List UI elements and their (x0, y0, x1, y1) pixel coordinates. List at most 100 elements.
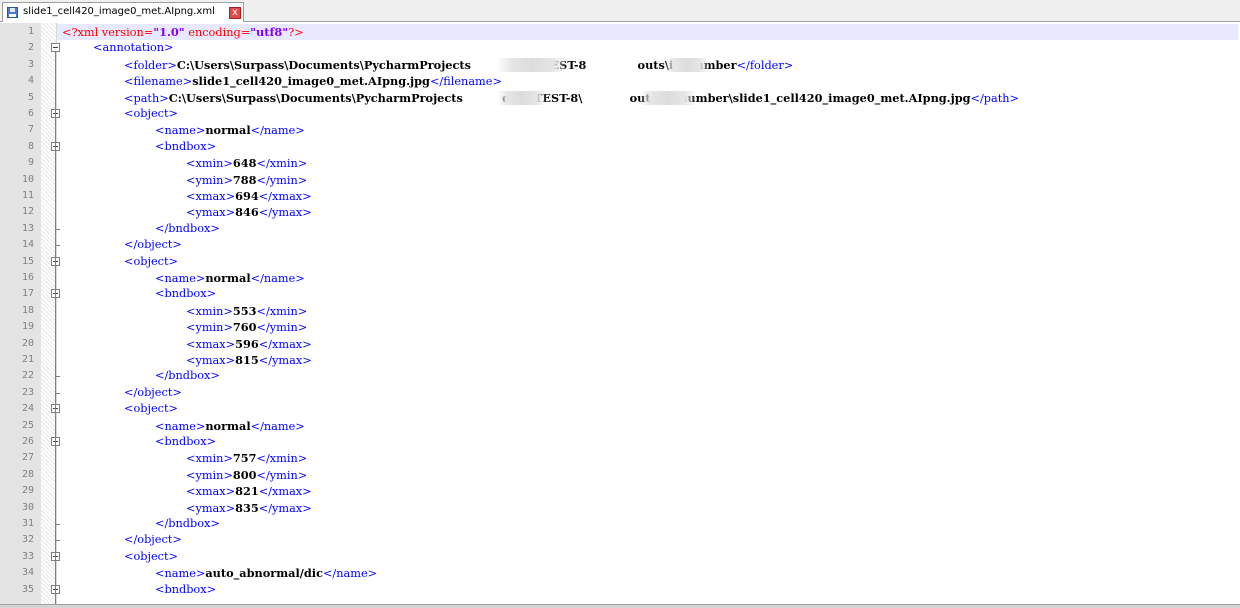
line-number: 14 (21, 239, 34, 251)
save-icon (7, 7, 18, 18)
xml-tag: <object> (124, 402, 179, 416)
xml-tag: <filename> (124, 75, 193, 89)
xml-tag: </name> (250, 419, 305, 433)
code-line: <object> (124, 549, 178, 565)
xml-tag: </xmax> (258, 190, 312, 203)
xml-text: auto_abnormal/dic (205, 566, 323, 581)
xml-tag: </bndbox> (155, 517, 220, 530)
line-number: 18 (21, 304, 34, 316)
code-line: </object> (124, 385, 182, 401)
xml-tag: </object> (124, 238, 182, 252)
code-line: <bndbox> (155, 434, 216, 450)
xml-tag: <ymin> (186, 468, 233, 482)
line-number: 9 (27, 157, 34, 169)
code-line: <xmax>821</xmax> (186, 483, 312, 499)
xml-tag: <path> (124, 91, 169, 105)
xml-tag: </object> (124, 533, 182, 547)
code-line: <xmin>648</xmin> (186, 155, 307, 171)
xml-tag: </path> (970, 91, 1020, 105)
line-number: 2 (27, 42, 34, 54)
xml-tag: </ymin> (256, 468, 308, 482)
code-line: <name>normal</name> (155, 122, 305, 138)
xml-declaration: encoding= (184, 26, 251, 39)
code-line: <object> (124, 106, 178, 122)
xml-text: C:\Users\Surpass\Documents\PycharmProjec… (168, 90, 971, 105)
code-line: <bndbox> (155, 286, 216, 302)
xml-tag: <ymin> (186, 173, 233, 187)
xml-tag: </xmax> (258, 485, 312, 499)
xml-text: normal (205, 123, 251, 138)
xml-tag: </ymax> (258, 354, 312, 367)
line-number: 12 (21, 206, 34, 218)
code-line: </object> (124, 237, 182, 253)
code-line: </object> (124, 532, 182, 548)
code-line: <path>C:\Users\Surpass\Documents\Pycharm… (124, 90, 1019, 106)
line-number: 8 (27, 140, 34, 152)
horizontal-scrollbar[interactable] (0, 604, 1240, 608)
line-number: 30 (21, 501, 34, 513)
xml-tag: </bndbox> (155, 221, 220, 235)
redaction-blur (497, 57, 567, 72)
xml-tag: <bndbox> (155, 582, 217, 596)
xml-tag: </ymax> (258, 206, 312, 220)
line-number: 17 (21, 288, 34, 300)
code-line: <xmin>553</xmin> (186, 303, 307, 319)
xml-tag: <bndbox> (155, 139, 217, 153)
xml-tag: <ymax> (186, 206, 236, 220)
code-line: </bndbox> (155, 368, 220, 384)
fold-toggle-icon[interactable] (51, 43, 60, 53)
xml-tag: <xmax> (186, 485, 236, 499)
line-number: 10 (21, 173, 34, 185)
xml-tag: <name> (155, 124, 206, 138)
xml-tag: <xmin> (186, 304, 233, 318)
xml-tag: <bndbox> (155, 287, 217, 301)
line-number: 25 (21, 419, 34, 431)
code-line: <ymax>846</ymax> (186, 204, 312, 220)
code-line: <filename>slide1_cell420_image0_met.AIpn… (124, 73, 502, 89)
line-number: 26 (21, 436, 34, 447)
xml-tag: </name> (322, 567, 378, 581)
xml-text: 648 (232, 156, 257, 171)
xml-tag: <xmax> (186, 337, 236, 351)
fold-guide-line (55, 52, 56, 604)
xml-text: 846 (235, 205, 259, 220)
line-number: 34 (21, 567, 34, 579)
xml-text: 835 (235, 500, 259, 515)
xml-tag: </xmin> (256, 452, 308, 466)
line-number: 13 (21, 222, 34, 234)
xml-tag: <ymin> (186, 321, 233, 335)
file-tab[interactable]: slide1_cell420_image0_met.AIpng.xml x (2, 2, 244, 22)
xml-tag: </xmin> (256, 157, 308, 171)
code-line: <ymax>815</ymax> (186, 352, 312, 368)
tab-filename: slide1_cell420_image0_met.AIpng.xml (23, 6, 215, 17)
xml-tag: </filename> (429, 75, 502, 89)
xml-text: 815 (235, 353, 259, 367)
code-line: <bndbox> (155, 139, 216, 155)
close-icon[interactable]: x (229, 7, 241, 19)
line-number: 1 (27, 26, 34, 37)
xml-tag: <annotation> (93, 41, 174, 55)
line-number: 33 (21, 550, 34, 562)
line-number: 3 (27, 58, 34, 70)
tab-bar: slide1_cell420_image0_met.AIpng.xml x (0, 0, 1240, 22)
xml-tag: </ymin> (256, 173, 308, 187)
code-editor[interactable]: <?xml version="1.0" encoding="utf8"?> <an… (0, 23, 1240, 604)
code-line: <xmin>757</xmin> (186, 450, 307, 466)
xml-tag: <object> (124, 254, 179, 268)
line-number: 4 (27, 75, 34, 87)
xml-tag: <xmax> (186, 190, 236, 203)
xml-tag: </xmin> (256, 304, 308, 318)
code-line: <ymin>788</ymin> (186, 172, 307, 188)
line-number: 19 (21, 321, 34, 333)
code-line: <ymin>800</ymin> (186, 467, 307, 483)
code-line: <object> (124, 401, 178, 417)
xml-text: 800 (232, 467, 257, 482)
line-number: 22 (21, 370, 34, 382)
line-number: 11 (21, 190, 34, 201)
line-number: 24 (21, 403, 34, 415)
xml-tag: <bndbox> (155, 435, 217, 448)
xml-tag: <folder> (124, 58, 177, 72)
xml-text: 553 (232, 303, 257, 318)
redaction-blur (640, 90, 696, 105)
xml-tag: <object> (124, 107, 179, 120)
